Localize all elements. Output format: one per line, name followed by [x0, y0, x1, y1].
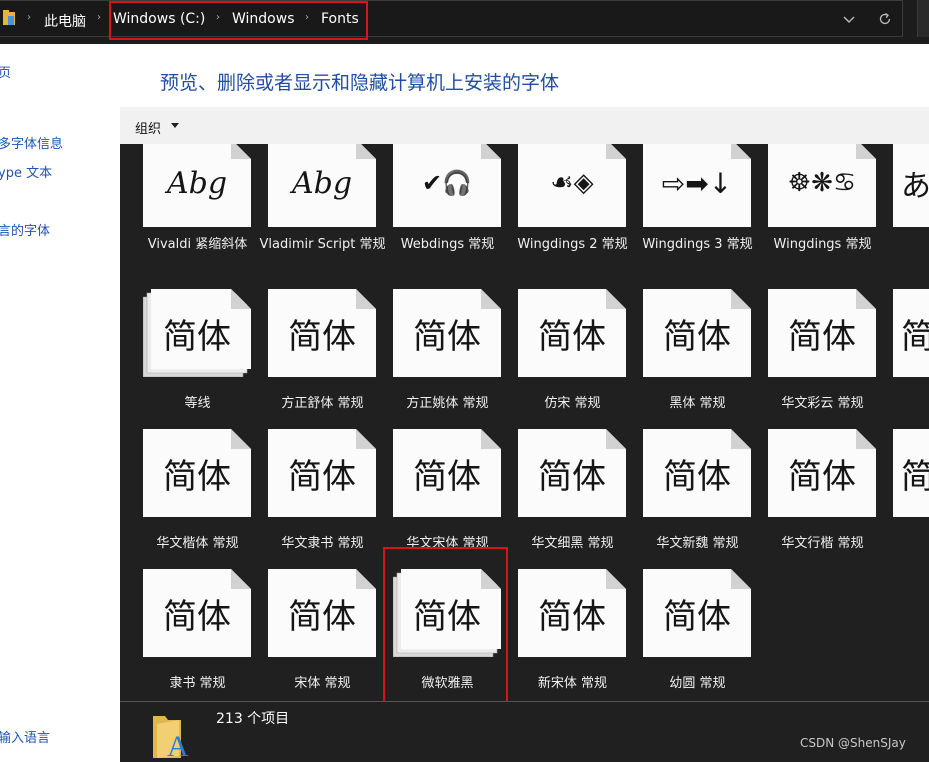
- font-file-icon: [893, 289, 929, 377]
- organize-button[interactable]: 组织: [135, 118, 161, 137]
- caret-down-icon[interactable]: [171, 123, 179, 128]
- breadcrumb-this-pc[interactable]: 此电脑: [44, 11, 86, 31]
- font-file-icon: [268, 144, 376, 227]
- path-highlight-box: [109, 1, 368, 40]
- font-tile[interactable]: 简体 华文彩云 常规: [745, 289, 876, 429]
- font-tile[interactable]: あYu: [870, 144, 929, 279]
- nav-link-input-language[interactable]: 输入语言: [0, 727, 50, 746]
- font-file-icon: [518, 429, 626, 517]
- font-file-icon: [393, 289, 501, 377]
- font-tile[interactable]: 简华文: [870, 289, 929, 429]
- nav-link-cleartype[interactable]: ype 文本: [0, 162, 52, 181]
- item-count: 213 个项目: [216, 711, 290, 727]
- font-tile[interactable]: ☸❋♋ Wingdings 常规: [745, 144, 876, 279]
- font-file-icon: [768, 429, 876, 517]
- font-file-icon: [268, 569, 376, 657]
- font-tile[interactable]: 简体 新宋体 常规: [495, 569, 626, 701]
- font-tile[interactable]: 简体 华文行楷 常规: [745, 429, 876, 569]
- search-box-edge[interactable]: [917, 0, 929, 37]
- selection-highlight-box: [383, 547, 508, 701]
- font-tile[interactable]: 简体 华文细黑 常规: [495, 429, 626, 569]
- font-tile[interactable]: 简体 黑体 常规: [620, 289, 751, 429]
- font-name-label: 华文: [880, 394, 929, 414]
- font-tile[interactable]: 简体 等线: [120, 289, 251, 429]
- watermark: CSDN @ShenSJay: [800, 736, 906, 750]
- font-file-icon: [893, 144, 929, 227]
- address-bar-area: › 此电脑 › Windows (C:) › Windows › Fonts: [0, 0, 929, 44]
- font-file-icon: [393, 429, 501, 517]
- font-tile[interactable]: 简体 宋体 常规: [245, 569, 376, 701]
- folder-icon: [3, 10, 15, 25]
- font-file-icon: [518, 289, 626, 377]
- font-tile[interactable]: 简体 幼圆 常规: [620, 569, 751, 701]
- font-name-label: 幼圆 常规: [669, 676, 726, 691]
- font-tile[interactable]: 简体 隶书 常规: [120, 569, 251, 701]
- svg-text:A: A: [167, 730, 189, 760]
- font-tile[interactable]: Abg Vladimir Script 常规: [245, 144, 385, 279]
- font-file-icon: [643, 289, 751, 377]
- font-file-icon: [143, 144, 251, 227]
- page-title: 预览、删除或者显示和隐藏计算机上安装的字体: [160, 72, 560, 94]
- chevron-right-icon[interactable]: ›: [97, 12, 101, 23]
- font-file-icon: [518, 144, 626, 227]
- font-file-icon: [268, 429, 376, 517]
- nav-link-home[interactable]: 页: [0, 62, 11, 81]
- font-folder-icon: A: [153, 716, 189, 760]
- font-grid: Abg Vivaldi 紧缩斜体 Abg Vladimir Script 常规 ✔🎧 We…: [120, 144, 929, 701]
- left-task-pane: 页 多字体信息 ype 文本 言的字体 输入语言: [0, 44, 120, 761]
- toolbar: 组织: [120, 107, 929, 144]
- font-tile[interactable]: ⇨➡↓ Wingdings 3 常规: [620, 144, 753, 279]
- font-tile[interactable]: Abg Vivaldi 紧缩斜体: [120, 144, 251, 279]
- font-file-icon: [143, 289, 251, 377]
- status-bar: A 213 个项目 CSDN @ShenSJay: [120, 701, 929, 762]
- nav-link-language-fonts[interactable]: 言的字体: [0, 220, 50, 239]
- font-tile[interactable]: 简体 仿宋 常规: [495, 289, 626, 429]
- font-file-icon: [643, 144, 751, 227]
- font-file-icon: [143, 429, 251, 517]
- font-file-icon: [268, 289, 376, 377]
- font-file-icon: [643, 429, 751, 517]
- font-file-icon: [393, 144, 501, 227]
- font-name-label: 华文: [880, 534, 929, 554]
- font-file-icon: [643, 569, 751, 657]
- chevron-down-icon[interactable]: [841, 11, 857, 27]
- font-tile[interactable]: 简体 方正舒体 常规: [245, 289, 376, 429]
- font-tile[interactable]: 简体 华文隶书 常规: [245, 429, 376, 569]
- font-tile[interactable]: ☙◈ Wingdings 2 常规: [495, 144, 628, 279]
- font-file-icon: [518, 569, 626, 657]
- font-tile[interactable]: ✔🎧 Webdings 常规: [370, 144, 501, 279]
- font-file-icon: [143, 569, 251, 657]
- nav-link-more-font-info[interactable]: 多字体信息: [0, 133, 63, 152]
- font-tile[interactable]: 简华文: [870, 429, 929, 569]
- font-tile[interactable]: 简体 方正姚体 常规: [370, 289, 501, 429]
- font-tile[interactable]: 简体 华文楷体 常规: [120, 429, 251, 569]
- font-file-icon: [768, 144, 876, 227]
- chevron-right-icon: ›: [27, 12, 31, 23]
- refresh-icon[interactable]: [876, 10, 894, 28]
- font-file-icon: [768, 289, 876, 377]
- font-tile[interactable]: 简体 华文新魏 常规: [620, 429, 751, 569]
- font-file-icon: [893, 429, 929, 517]
- font-name-label: Yu: [880, 235, 929, 255]
